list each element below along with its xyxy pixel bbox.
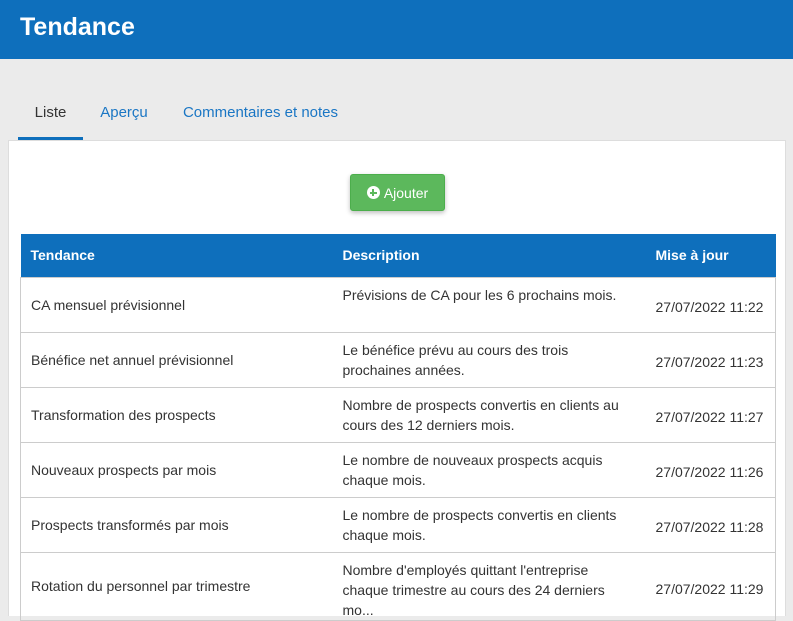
trend-updated: 27/07/2022 11:27 [645, 386, 776, 443]
trend-updated: 27/07/2022 11:28 [645, 496, 776, 553]
trend-description: Nombre d'employés quittant l'entreprise … [332, 551, 646, 621]
add-button-label: Ajouter [383, 184, 429, 201]
trend-name: Nouveaux prospects par mois [20, 441, 333, 498]
table-row[interactable]: CA mensuel prévisionnel Prévisions de CA… [20, 276, 776, 333]
page-title: Tendance [20, 13, 135, 41]
trend-description: Le nombre de nouveaux prospects acquis c… [332, 441, 646, 498]
tab-liste[interactable]: Liste [18, 94, 83, 140]
table-header-row: Tendance Description Mise à jour [20, 234, 776, 277]
trend-updated: 27/07/2022 11:26 [645, 441, 776, 498]
column-header-description[interactable]: Description [332, 234, 646, 277]
trend-description: Nombre de prospects convertis en clients… [332, 386, 646, 443]
trend-updated: 27/07/2022 11:22 [645, 276, 776, 333]
table-row[interactable]: Bénéfice net annuel prévisionnel Le béné… [20, 331, 776, 388]
column-header-mise-a-jour[interactable]: Mise à jour [645, 234, 776, 277]
trend-description: Prévisions de CA pour les 6 prochains mo… [332, 276, 646, 333]
add-button[interactable]: Ajouter [350, 174, 445, 211]
plus-circle-icon [366, 186, 380, 199]
table-row[interactable]: Prospects transformés par mois Le nombre… [20, 496, 776, 553]
trend-description: Le nombre de prospects convertis en clie… [332, 496, 646, 553]
content-panel: Ajouter Tendance Description Mise à jour… [8, 140, 786, 621]
top-bar: Tendance [0, 0, 793, 59]
trend-name: Prospects transformés par mois [20, 496, 333, 553]
trend-name: Transformation des prospects [20, 386, 333, 443]
table-row[interactable]: Rotation du personnel par trimestre Nomb… [20, 551, 776, 621]
table-row[interactable]: Nouveaux prospects par mois Le nombre de… [20, 441, 776, 498]
column-header-tendance[interactable]: Tendance [20, 234, 333, 277]
trend-name: CA mensuel prévisionnel [20, 276, 333, 333]
trend-name: Rotation du personnel par trimestre [20, 551, 333, 621]
trend-updated: 27/07/2022 11:23 [645, 331, 776, 388]
trend-updated: 27/07/2022 11:29 [645, 551, 776, 621]
trend-description: Le bénéfice prévu au cours des trois pro… [332, 331, 646, 388]
tab-commentaires-et-notes[interactable]: Commentaires et notes [173, 94, 348, 140]
trend-name: Bénéfice net annuel prévisionnel [20, 331, 333, 388]
trend-table: Tendance Description Mise à jour CA mens… [20, 234, 776, 621]
tab-apercu[interactable]: Aperçu [90, 94, 158, 140]
table-row[interactable]: Transformation des prospects Nombre de p… [20, 386, 776, 443]
